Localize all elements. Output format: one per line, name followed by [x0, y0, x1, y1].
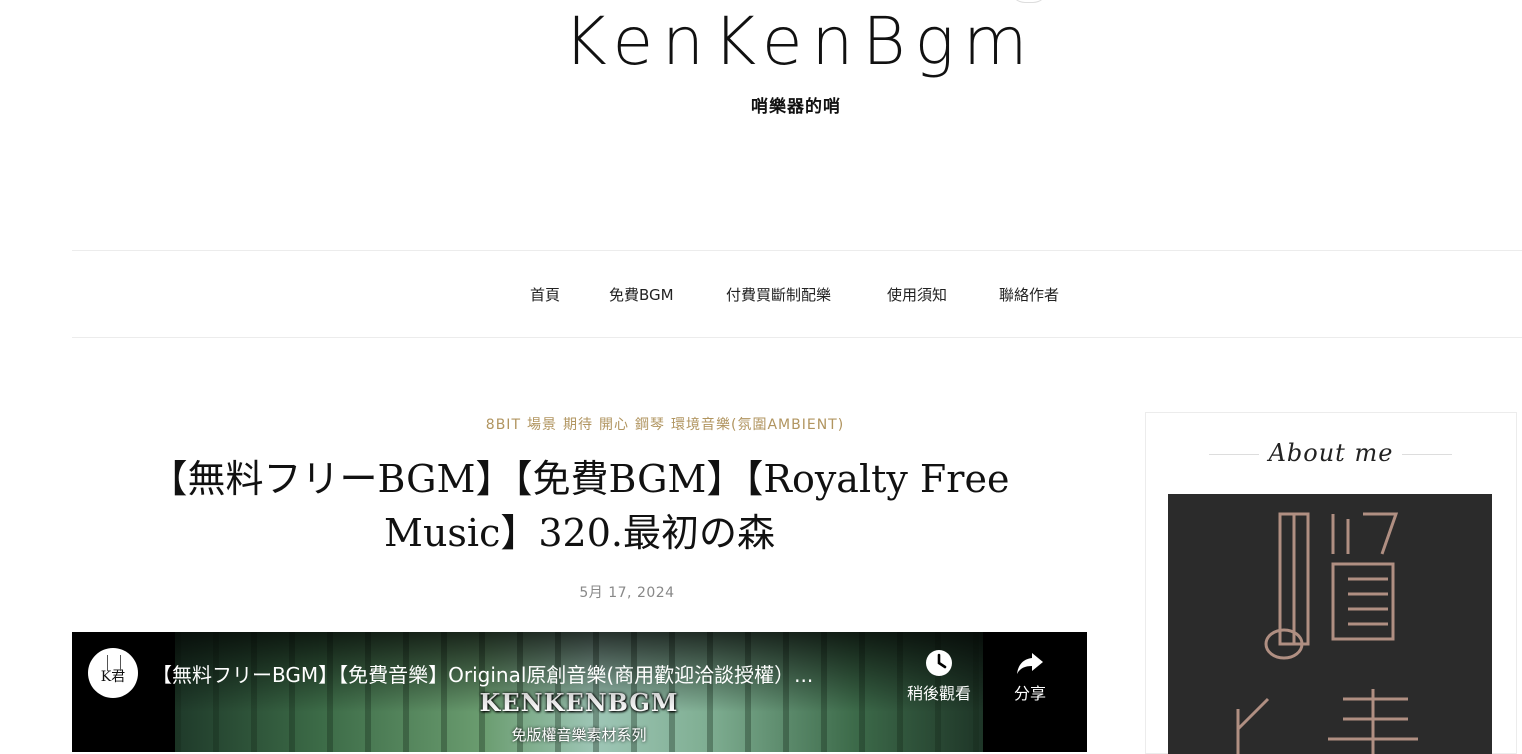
- category-link[interactable]: 環境音樂(氛圍AMBIENT): [671, 417, 844, 433]
- watch-later-button[interactable]: 稍後觀看: [899, 648, 979, 704]
- nav-item-terms[interactable]: 使用須知: [887, 284, 947, 305]
- share-arrow-icon: [1017, 653, 1043, 674]
- site-title[interactable]: KenKenBgm: [0, 2, 1522, 82]
- post-title-line1: 【無料フリーBGM】【免費BGM】【Royalty Free: [149, 457, 1010, 501]
- kenken-logo-icon: [1168, 494, 1492, 754]
- post-date: 5月 17, 2024: [579, 585, 675, 601]
- youtube-embed[interactable]: KENKENBGM 免版權音樂素材系列 K君 【無料フリーBGM】【免費音樂】O…: [72, 632, 1087, 752]
- about-me-logo-image: [1168, 494, 1492, 754]
- category-link[interactable]: 開心: [599, 417, 629, 433]
- video-title[interactable]: 【無料フリーBGM】【免費音樂】Original原創音樂(商用歡迎洽談授權）..…: [152, 659, 887, 688]
- category-link[interactable]: 8BIT: [486, 417, 521, 433]
- nav-item-free-bgm[interactable]: 免費BGM: [609, 284, 674, 305]
- nav-item-contact[interactable]: 聯絡作者: [999, 284, 1059, 305]
- logo-mark-icon: [107, 655, 121, 671]
- share-button[interactable]: 分享: [990, 648, 1070, 704]
- watch-later-label: 稍後觀看: [906, 684, 971, 703]
- divider-line: [1402, 454, 1452, 455]
- about-me-widget: About me: [1145, 412, 1517, 754]
- post-title: 【無料フリーBGM】【免費BGM】【Royalty Free Music】320…: [72, 452, 1087, 560]
- category-link[interactable]: 期待: [563, 417, 593, 433]
- thumbnail-subtitle: 免版權音樂素材系列: [511, 726, 647, 744]
- nav-item-paid-music[interactable]: 付費買斷制配樂: [726, 284, 831, 305]
- category-link[interactable]: 鋼琴: [635, 417, 665, 433]
- widget-title: About me: [1268, 439, 1394, 467]
- channel-avatar[interactable]: K君: [88, 648, 138, 698]
- post-categories: 8BIT 場景 期待 開心 鋼琴 環境音樂(氛圍AMBIENT): [72, 414, 1258, 434]
- category-link[interactable]: 場景: [527, 417, 557, 433]
- share-label: 分享: [1013, 684, 1046, 703]
- post-title-line2: Music】320.最初の森: [384, 511, 775, 555]
- nav-item-home[interactable]: 首頁: [530, 284, 560, 305]
- main-navigation: 首頁 免費BGM 付費買斷制配樂 使用須知 聯絡作者: [72, 250, 1522, 338]
- clock-icon: [926, 650, 952, 676]
- channel-initials: K君: [100, 669, 126, 685]
- site-tagline: 哨樂器的哨: [751, 97, 841, 117]
